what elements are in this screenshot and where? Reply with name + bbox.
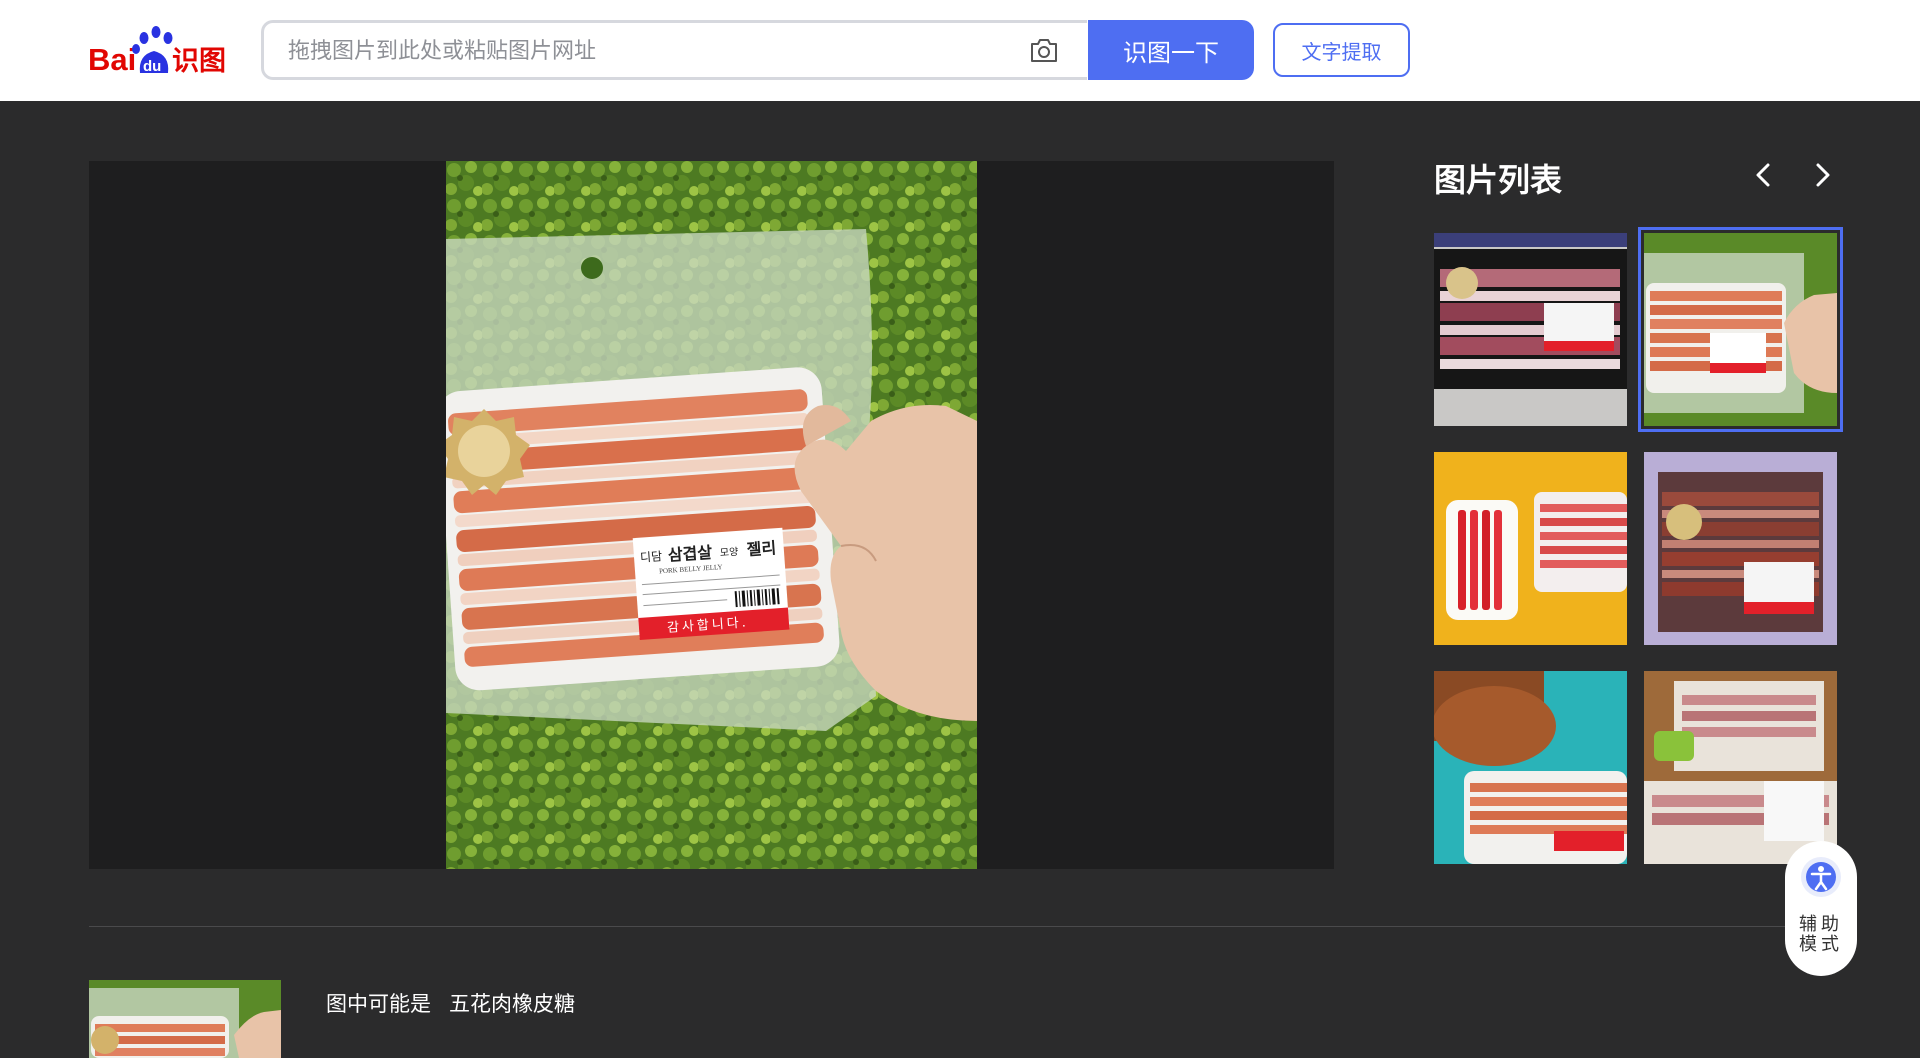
assist-mode-button[interactable]: 辅助模式 [1785,841,1857,976]
svg-text:모양: 모양 [720,546,739,559]
thumbnail-3[interactable] [1434,452,1627,645]
thumbnail-6[interactable] [1644,671,1837,864]
svg-text:Bai: Bai [88,42,136,77]
assist-mode-label: 辅助模式 [1799,914,1843,955]
result-description: 图中可能是 五花肉橡皮糖 [326,988,575,1018]
header: Bai du 识图 识图一下 文字提取 [0,0,1920,101]
image-list-title: 图片列表 [1434,161,1563,199]
svg-text:识图: 识图 [172,46,226,77]
thumbnail-4[interactable] [1644,452,1837,645]
result-prefix: 图中可能是 [326,992,431,1016]
result-name[interactable]: 五花肉橡皮糖 [449,992,575,1016]
text-extract-button[interactable]: 文字提取 [1273,23,1410,77]
svg-text:du: du [143,58,161,75]
chevron-left-icon[interactable] [1749,160,1779,190]
search-box [261,20,1087,80]
search-input[interactable] [286,23,1010,79]
search-button[interactable]: 识图一下 [1088,20,1254,80]
svg-text:디담: 디담 [640,549,663,565]
thumbnail-5[interactable] [1434,671,1627,864]
chevron-right-icon[interactable] [1807,160,1837,190]
main-image: 디담 삼겹살 모양 젤리 PORK BELLY JELLY 감사합니다. [446,161,977,869]
divider [89,926,1841,927]
svg-text:삼겹살: 삼겹살 [667,543,713,565]
image-viewer: 디담 삼겹살 모양 젤리 PORK BELLY JELLY 감사합니다. [89,161,1334,869]
thumbnail-2[interactable] [1638,227,1843,432]
result-thumbnail[interactable] [89,980,281,1058]
svg-text:젤리: 젤리 [746,538,777,559]
accessibility-icon [1801,857,1841,897]
baidu-logo[interactable]: Bai du 识图 [88,25,234,77]
camera-icon[interactable] [1028,35,1060,65]
thumbnail-1[interactable] [1434,233,1627,426]
